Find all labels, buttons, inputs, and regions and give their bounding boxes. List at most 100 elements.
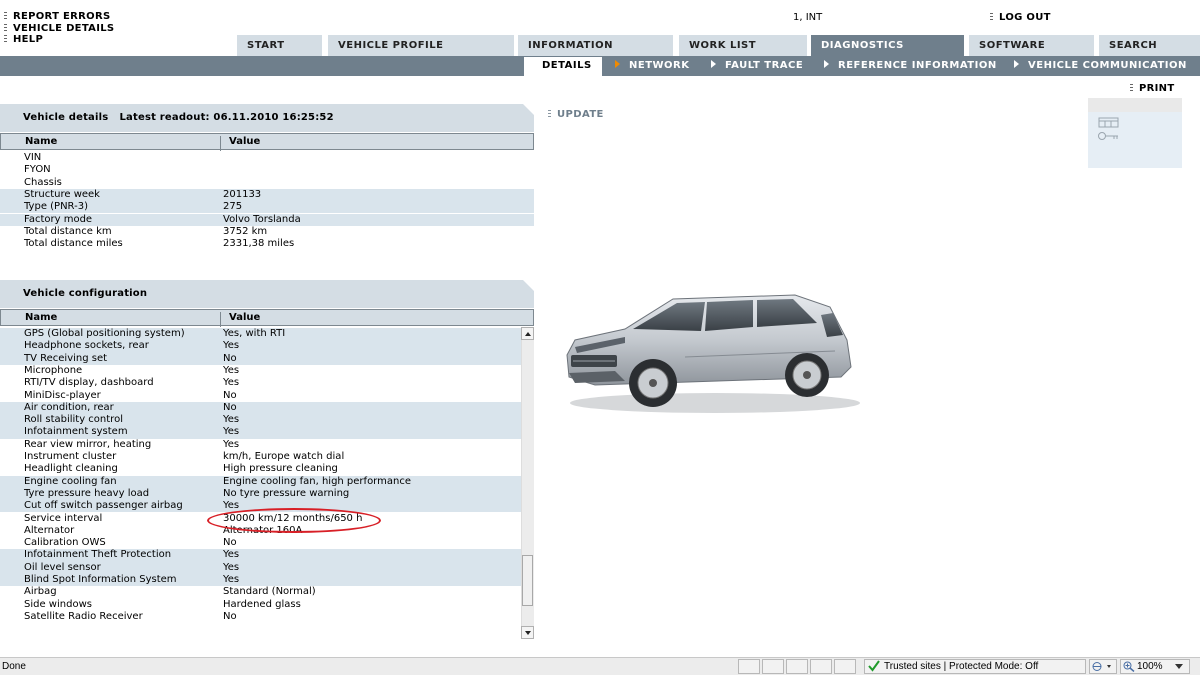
- table-row: Headphone sockets, rear Yes: [0, 340, 521, 353]
- column-name: Name: [25, 312, 58, 323]
- row-value: Yes: [223, 414, 240, 426]
- row-value: Yes: [223, 377, 240, 389]
- checkmark-icon: [868, 660, 880, 672]
- row-name: Calibration OWS: [24, 537, 106, 549]
- table-row: Total distance km 3752 km: [0, 226, 534, 238]
- report-errors-link[interactable]: REPORT ERRORS: [4, 11, 110, 22]
- table-row: Rear view mirror, heating Yes: [0, 439, 521, 451]
- row-name: Infotainment system: [24, 426, 128, 438]
- row-name: Total distance km: [24, 225, 112, 237]
- row-name: Headphone sockets, rear: [24, 340, 149, 352]
- panel-title-text: Vehicle details: [23, 112, 109, 123]
- column-name: Name: [25, 136, 58, 147]
- row-value: km/h, Europe watch dial: [223, 451, 345, 462]
- zoom-icon: [1123, 661, 1135, 672]
- table-row: VIN: [0, 152, 534, 164]
- scroll-up-button[interactable]: [521, 327, 534, 340]
- status-segment: [738, 659, 760, 674]
- grip-icon: [4, 24, 7, 32]
- arrow-right-icon: [615, 60, 620, 68]
- scroll-thumb[interactable]: [522, 555, 533, 606]
- row-value: Yes: [223, 549, 240, 561]
- row-value: No: [223, 389, 237, 401]
- tab-software[interactable]: SOFTWARE: [969, 35, 1094, 56]
- update-link[interactable]: UPDATE: [548, 109, 604, 120]
- user-indicator: 1, INT: [793, 12, 823, 23]
- row-name: Airbag: [24, 586, 57, 598]
- subtab-label: DETAILS: [542, 60, 592, 71]
- status-text: Done: [2, 661, 26, 672]
- table-row: RTI/TV display, dashboard Yes: [0, 377, 521, 389]
- row-name: Instrument cluster: [24, 451, 117, 462]
- tab-diagnostics[interactable]: DIAGNOSTICS: [811, 35, 964, 56]
- tab-label: VEHICLE PROFILE: [338, 40, 444, 51]
- table-row: Air condition, rear No: [0, 401, 521, 415]
- security-zone-text: Trusted sites | Protected Mode: Off: [884, 661, 1039, 672]
- row-name: Factory mode: [24, 213, 93, 225]
- key-icon[interactable]: [1097, 130, 1121, 142]
- row-name: Blind Spot Information System: [24, 574, 177, 585]
- table-row: Satellite Radio Receiver No: [0, 611, 521, 623]
- row-value: Standard (Normal): [223, 586, 316, 598]
- help-link[interactable]: HELP: [4, 34, 43, 45]
- table-row: Total distance miles 2331,38 miles: [0, 238, 534, 250]
- row-value: High pressure cleaning: [223, 463, 338, 475]
- table-row: Blind Spot Information System Yes: [0, 574, 521, 587]
- row-name: Tyre pressure heavy load: [24, 487, 150, 499]
- row-name: TV Receiving set: [24, 352, 108, 364]
- subtab-details[interactable]: DETAILS: [524, 57, 602, 76]
- subtab-label: VEHICLE COMMUNICATION: [1028, 60, 1187, 71]
- table-row: FYON: [0, 164, 534, 176]
- subtab-label: FAULT TRACE: [725, 60, 804, 71]
- vehicle-configuration-column-header: Name Value: [0, 309, 534, 327]
- table-row: Calibration OWS No: [0, 537, 521, 549]
- column-value: Value: [229, 136, 261, 147]
- row-name: Oil level sensor: [24, 561, 101, 573]
- tab-search[interactable]: SEARCH: [1099, 35, 1200, 56]
- row-name: Rear view mirror, heating: [24, 438, 152, 450]
- subtab-label: NETWORK: [629, 60, 690, 71]
- arrow-right-icon: [824, 60, 829, 68]
- table-row: Engine cooling fan Engine cooling fan, hi…: [0, 475, 521, 488]
- table-row: Structure week 201133: [0, 188, 534, 202]
- table-row: Tyre pressure heavy load No tyre pressure…: [0, 487, 521, 501]
- row-value: Yes, with RTI: [223, 328, 286, 339]
- vehicle-details-title: Vehicle details Latest readout: 06.11.20…: [23, 112, 334, 123]
- tab-work-list[interactable]: WORK LIST: [679, 35, 807, 56]
- subtab-network[interactable]: NETWORK: [615, 60, 690, 71]
- triangle-down-icon: [525, 631, 531, 635]
- latest-readout: Latest readout: 06.11.2010 16:25:52: [119, 112, 334, 123]
- row-name: Air condition, rear: [24, 401, 114, 413]
- column-value: Value: [229, 312, 261, 323]
- row-value: No: [223, 537, 237, 549]
- table-row: TV Receiving set No: [0, 352, 521, 365]
- row-name: VIN: [24, 152, 42, 163]
- subtab-reference-information[interactable]: REFERENCE INFORMATION: [824, 60, 997, 71]
- subtab-fault-trace[interactable]: FAULT TRACE: [711, 60, 803, 71]
- table-row: Infotainment Theft Protection Yes: [0, 549, 521, 562]
- grip-icon: [548, 110, 551, 118]
- row-name: Microphone: [24, 364, 83, 376]
- subtab-vehicle-communication[interactable]: VEHICLE COMMUNICATION: [1014, 60, 1187, 71]
- row-name: Type (PNR-3): [24, 201, 88, 213]
- row-value: Hardened glass: [223, 598, 301, 610]
- table-row: Microphone Yes: [0, 365, 521, 377]
- tab-information[interactable]: INFORMATION: [518, 35, 673, 56]
- tab-vehicle-profile[interactable]: VEHICLE PROFILE: [328, 35, 514, 56]
- vehicle-details-link[interactable]: VEHICLE DETAILS: [4, 23, 114, 34]
- row-value: Yes: [223, 340, 240, 352]
- logout-link[interactable]: LOG OUT: [990, 12, 1051, 23]
- status-segment: [762, 659, 784, 674]
- scroll-down-button[interactable]: [521, 626, 534, 639]
- row-value: Yes: [223, 364, 240, 376]
- row-name: Engine cooling fan: [24, 475, 117, 487]
- row-value: No tyre pressure warning: [223, 487, 350, 499]
- row-value: 3752 km: [223, 225, 268, 237]
- tab-label: SEARCH: [1109, 40, 1158, 51]
- print-link[interactable]: PRINT: [1130, 83, 1174, 94]
- tab-start[interactable]: START: [237, 35, 322, 56]
- row-value: 275: [223, 201, 243, 213]
- tab-label: DIAGNOSTICS: [821, 40, 904, 51]
- row-value: Yes: [223, 574, 240, 585]
- row-value: Yes: [223, 438, 240, 450]
